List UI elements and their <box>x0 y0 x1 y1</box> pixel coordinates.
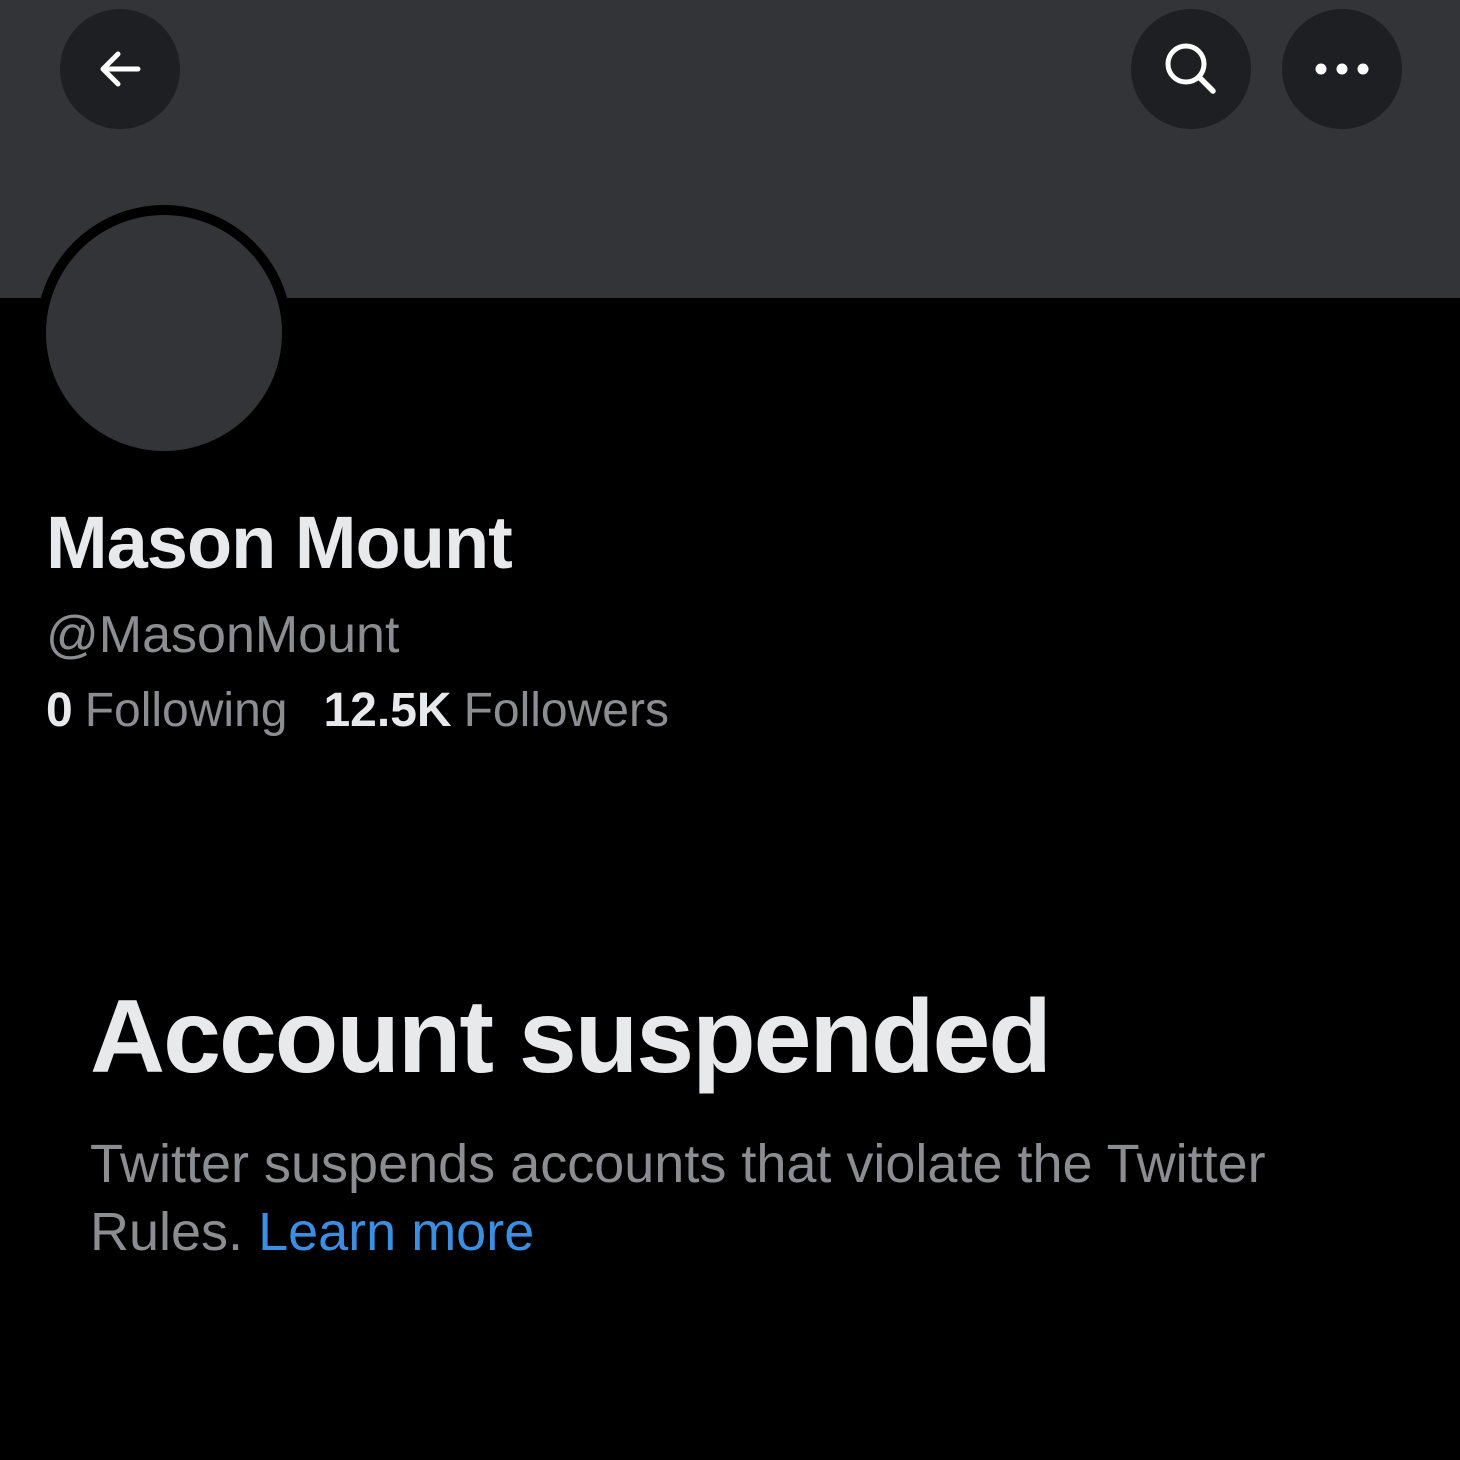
more-options-button[interactable] <box>1282 9 1402 129</box>
display-name: Mason Mount <box>46 501 513 584</box>
more-horizontal-icon <box>1315 63 1369 75</box>
followers-count: 12.5K <box>323 684 452 737</box>
suspended-message: Twitter suspends accounts that violate t… <box>90 1130 1380 1266</box>
followers-link[interactable]: 12.5K Followers <box>323 683 668 738</box>
user-handle: @MasonMount <box>46 606 400 664</box>
avatar[interactable] <box>46 215 282 451</box>
following-label: Following <box>84 684 288 737</box>
following-link[interactable]: 0 Following <box>46 683 287 738</box>
search-icon <box>1165 43 1216 94</box>
back-button[interactable] <box>60 9 180 129</box>
profile-page: Mason Mount @MasonMount 0 Following 12.5… <box>0 0 1460 1460</box>
following-count: 0 <box>46 684 73 737</box>
learn-more-link[interactable]: Learn more <box>258 1202 534 1262</box>
followers-label: Followers <box>463 684 669 737</box>
search-button[interactable] <box>1131 9 1251 129</box>
suspended-title: Account suspended <box>90 979 1052 1095</box>
arrow-left-icon <box>100 51 141 87</box>
profile-stats: 0 Following 12.5K Followers <box>46 683 669 738</box>
